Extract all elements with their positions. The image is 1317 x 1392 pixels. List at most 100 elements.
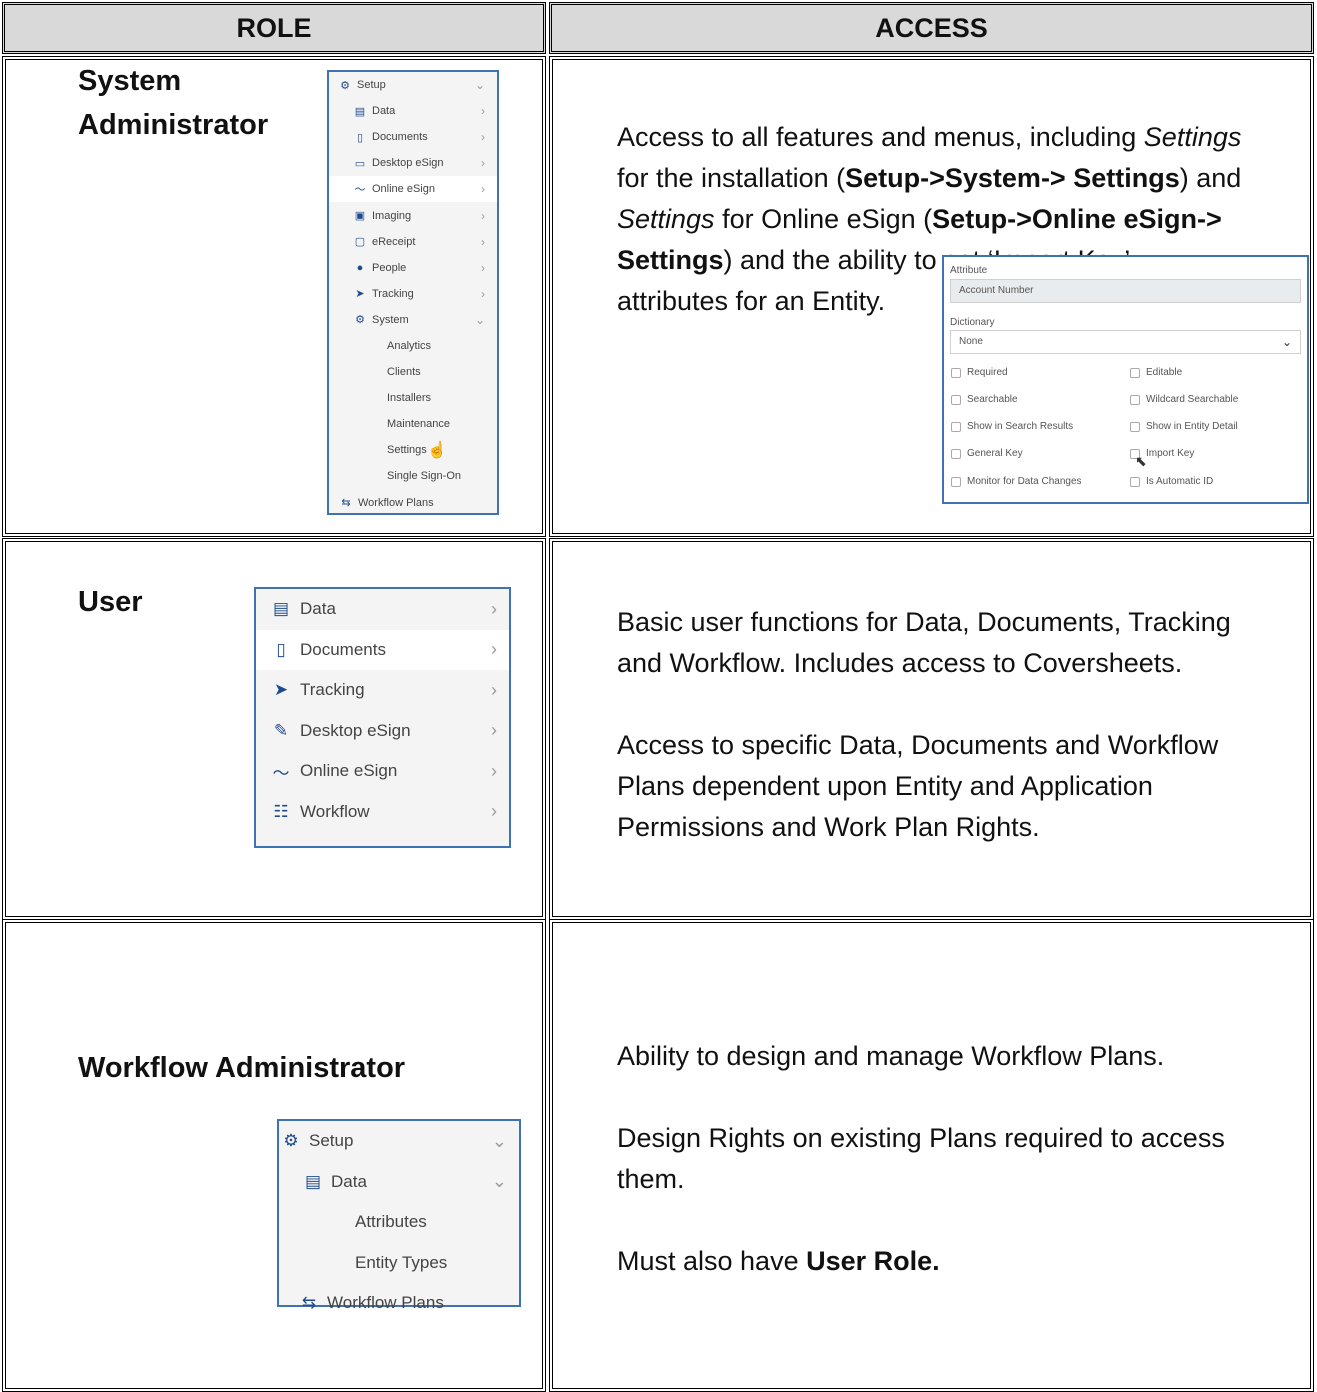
dictionary-select[interactable]: None ⌄ bbox=[950, 330, 1301, 354]
menu-item-data[interactable]: ▤ Data › bbox=[256, 589, 509, 630]
access-line: Permissions and Work Plan Rights. bbox=[617, 812, 1040, 842]
checkbox-box[interactable] bbox=[1130, 367, 1140, 378]
text-run: User Role. bbox=[806, 1246, 940, 1276]
checkbox-box[interactable] bbox=[1130, 476, 1140, 487]
checkbox-label: Show in Search Results bbox=[967, 421, 1074, 432]
menu-item-people[interactable]: ● People › bbox=[329, 255, 497, 281]
chevron-down-icon: ⌄ bbox=[491, 1171, 507, 1192]
menu-item-entity-types[interactable]: Entity Types bbox=[279, 1243, 519, 1284]
checkbox-editable[interactable]: Editable bbox=[1130, 367, 1182, 378]
chevron-right-icon: › bbox=[491, 720, 497, 741]
chevron-down-icon: ⌄ bbox=[1281, 335, 1292, 349]
menu-item-documents[interactable]: ▯ Documents › bbox=[256, 629, 509, 670]
checkbox-wildcard-searchable[interactable]: Wildcard Searchable bbox=[1130, 394, 1238, 405]
chevron-right-icon: › bbox=[491, 598, 497, 619]
menu-item-online-esign[interactable]: 〜 Online eSign › bbox=[329, 176, 497, 203]
checkbox-show-in-entity-detail[interactable]: Show in Entity Detail bbox=[1130, 421, 1238, 432]
checkbox-box[interactable] bbox=[1130, 421, 1140, 432]
menu-item-settings[interactable]: Settings ☝ bbox=[329, 437, 497, 463]
checkbox-is-automatic-id[interactable]: Is Automatic ID bbox=[1130, 476, 1213, 487]
menu-item-system[interactable]: ⚙ System ⌄ bbox=[329, 307, 497, 333]
checkbox-box[interactable] bbox=[951, 448, 961, 459]
checkbox-box[interactable] bbox=[951, 394, 961, 405]
checkbox-label: Required bbox=[967, 367, 1008, 378]
menu-item-workflow-plans[interactable]: ⇆ Workflow Plans bbox=[279, 1283, 519, 1324]
role-title-line: System bbox=[78, 65, 182, 97]
menu-item-label: Setup bbox=[309, 1131, 354, 1151]
sitemap-icon: ☷ bbox=[273, 801, 289, 821]
menu-item-label: Online eSign bbox=[372, 183, 435, 196]
checkbox-label: Monitor for Data Changes bbox=[967, 476, 1082, 487]
menu-item-label: Desktop eSign bbox=[300, 720, 411, 740]
access-line: Plans dependent upon Entity and Applicat… bbox=[617, 771, 1153, 801]
access-line: Ability to design and manage Workflow Pl… bbox=[617, 1041, 1165, 1071]
header-role: ROLE bbox=[2, 2, 546, 54]
menu-item-clients[interactable]: Clients bbox=[329, 359, 497, 385]
menu-item-data[interactable]: ▤ Data ⌄ bbox=[279, 1162, 519, 1203]
image-icon: ▣ bbox=[354, 210, 366, 223]
checkbox-required[interactable]: Required bbox=[951, 367, 1008, 378]
menu-item-imaging[interactable]: ▣ Imaging › bbox=[329, 202, 497, 228]
monitor-icon: ▭ bbox=[354, 157, 366, 170]
hand-pointer-icon: ☝ bbox=[427, 442, 447, 460]
text-run: for the installation ( bbox=[617, 163, 846, 193]
text-run: ) and bbox=[1179, 163, 1242, 193]
attribute-field[interactable]: Account Number bbox=[950, 279, 1301, 303]
checkbox-show-in-search-results[interactable]: Show in Search Results bbox=[951, 421, 1073, 432]
cogs-icon: ⚙ bbox=[355, 314, 365, 327]
checkbox-label: General Key bbox=[967, 448, 1023, 459]
menu-item-label: Clients bbox=[387, 366, 421, 379]
menu-item-label: Single Sign-On bbox=[387, 470, 461, 483]
menu-item-installers[interactable]: Installers bbox=[329, 385, 497, 411]
access-line: and Workflow. Includes access to Coversh… bbox=[617, 648, 1183, 678]
roles-table: ROLE ACCESS System Administrator ⚙ Setup… bbox=[0, 0, 1317, 1392]
menu-item-single-sign-on[interactable]: Single Sign-On bbox=[329, 463, 497, 489]
menu-item-attributes[interactable]: Attributes bbox=[279, 1202, 519, 1243]
chevron-right-icon: › bbox=[481, 234, 485, 249]
checkbox-box[interactable] bbox=[951, 421, 961, 432]
menu-item-workflow-plans[interactable]: ⇆ Workflow Plans bbox=[329, 490, 497, 516]
mouse-cursor-icon: ⬉ bbox=[1135, 453, 1147, 469]
access-line: Design Rights on existing Plans required… bbox=[617, 1123, 1225, 1153]
checkbox-box[interactable] bbox=[1130, 394, 1140, 405]
menu-item-label: Attributes bbox=[355, 1212, 427, 1232]
clipboard-icon: ▯ bbox=[356, 131, 364, 144]
menu-item-tracking[interactable]: ➤ Tracking › bbox=[256, 670, 509, 711]
checkbox-label: Searchable bbox=[967, 394, 1018, 405]
menu-item-desktop-esign[interactable]: ▭ Desktop eSign › bbox=[329, 150, 497, 176]
access-line: them. bbox=[617, 1164, 685, 1194]
access-line: Must also have User Role. bbox=[617, 1241, 1307, 1282]
menu-item-setup[interactable]: ⚙ Setup ⌄ bbox=[279, 1121, 519, 1162]
menu-item-label: System bbox=[372, 313, 409, 326]
text-run: Settings bbox=[1143, 122, 1242, 152]
menu-item-analytics[interactable]: Analytics bbox=[329, 333, 497, 359]
checkbox-box[interactable] bbox=[951, 476, 961, 487]
menu-item-data[interactable]: ▤ Data › bbox=[329, 98, 497, 124]
checkbox-label: Editable bbox=[1146, 367, 1183, 378]
menu-item-maintenance[interactable]: Maintenance bbox=[329, 411, 497, 437]
access-line: Settings for Online eSign (Setup->Online… bbox=[617, 199, 1307, 240]
receipt-icon: ▢ bbox=[354, 236, 366, 249]
checkbox-monitor-for-data-changes[interactable]: Monitor for Data Changes bbox=[951, 476, 1082, 487]
menu-item-label: eReceipt bbox=[372, 235, 416, 248]
checkbox-box[interactable] bbox=[951, 367, 961, 378]
role-title-user: User bbox=[78, 586, 143, 618]
menu-item-setup[interactable]: ⚙ Setup ⌄ bbox=[329, 72, 497, 98]
menu-item-label: Data bbox=[372, 105, 396, 118]
menu-item-label: Desktop eSign bbox=[372, 157, 444, 170]
menu-item-ereceipt[interactable]: ▢ eReceipt › bbox=[329, 229, 497, 255]
role-title-system-admin: System Administrator bbox=[78, 59, 268, 147]
menu-item-label: Analytics bbox=[387, 339, 432, 352]
menu-item-workflow[interactable]: ☷ Workflow › bbox=[256, 792, 509, 833]
checkbox-searchable[interactable]: Searchable bbox=[951, 394, 1018, 405]
menu-item-desktop-esign[interactable]: ✎ Desktop eSign › bbox=[256, 711, 509, 752]
chevron-right-icon: › bbox=[481, 130, 485, 145]
access-line: for the installation (Setup->System-> Se… bbox=[617, 158, 1307, 199]
menu-item-online-esign[interactable]: 〜 Online eSign › bbox=[256, 751, 509, 792]
menu-item-documents[interactable]: ▯ Documents › bbox=[329, 124, 497, 150]
text-run: for Online eSign ( bbox=[714, 204, 933, 234]
checkbox-general-key[interactable]: General Key bbox=[951, 448, 1023, 459]
menu-item-label: People bbox=[372, 261, 407, 274]
menu-item-tracking[interactable]: ➤ Tracking › bbox=[329, 281, 497, 307]
menu-item-label: Settings bbox=[387, 444, 427, 457]
